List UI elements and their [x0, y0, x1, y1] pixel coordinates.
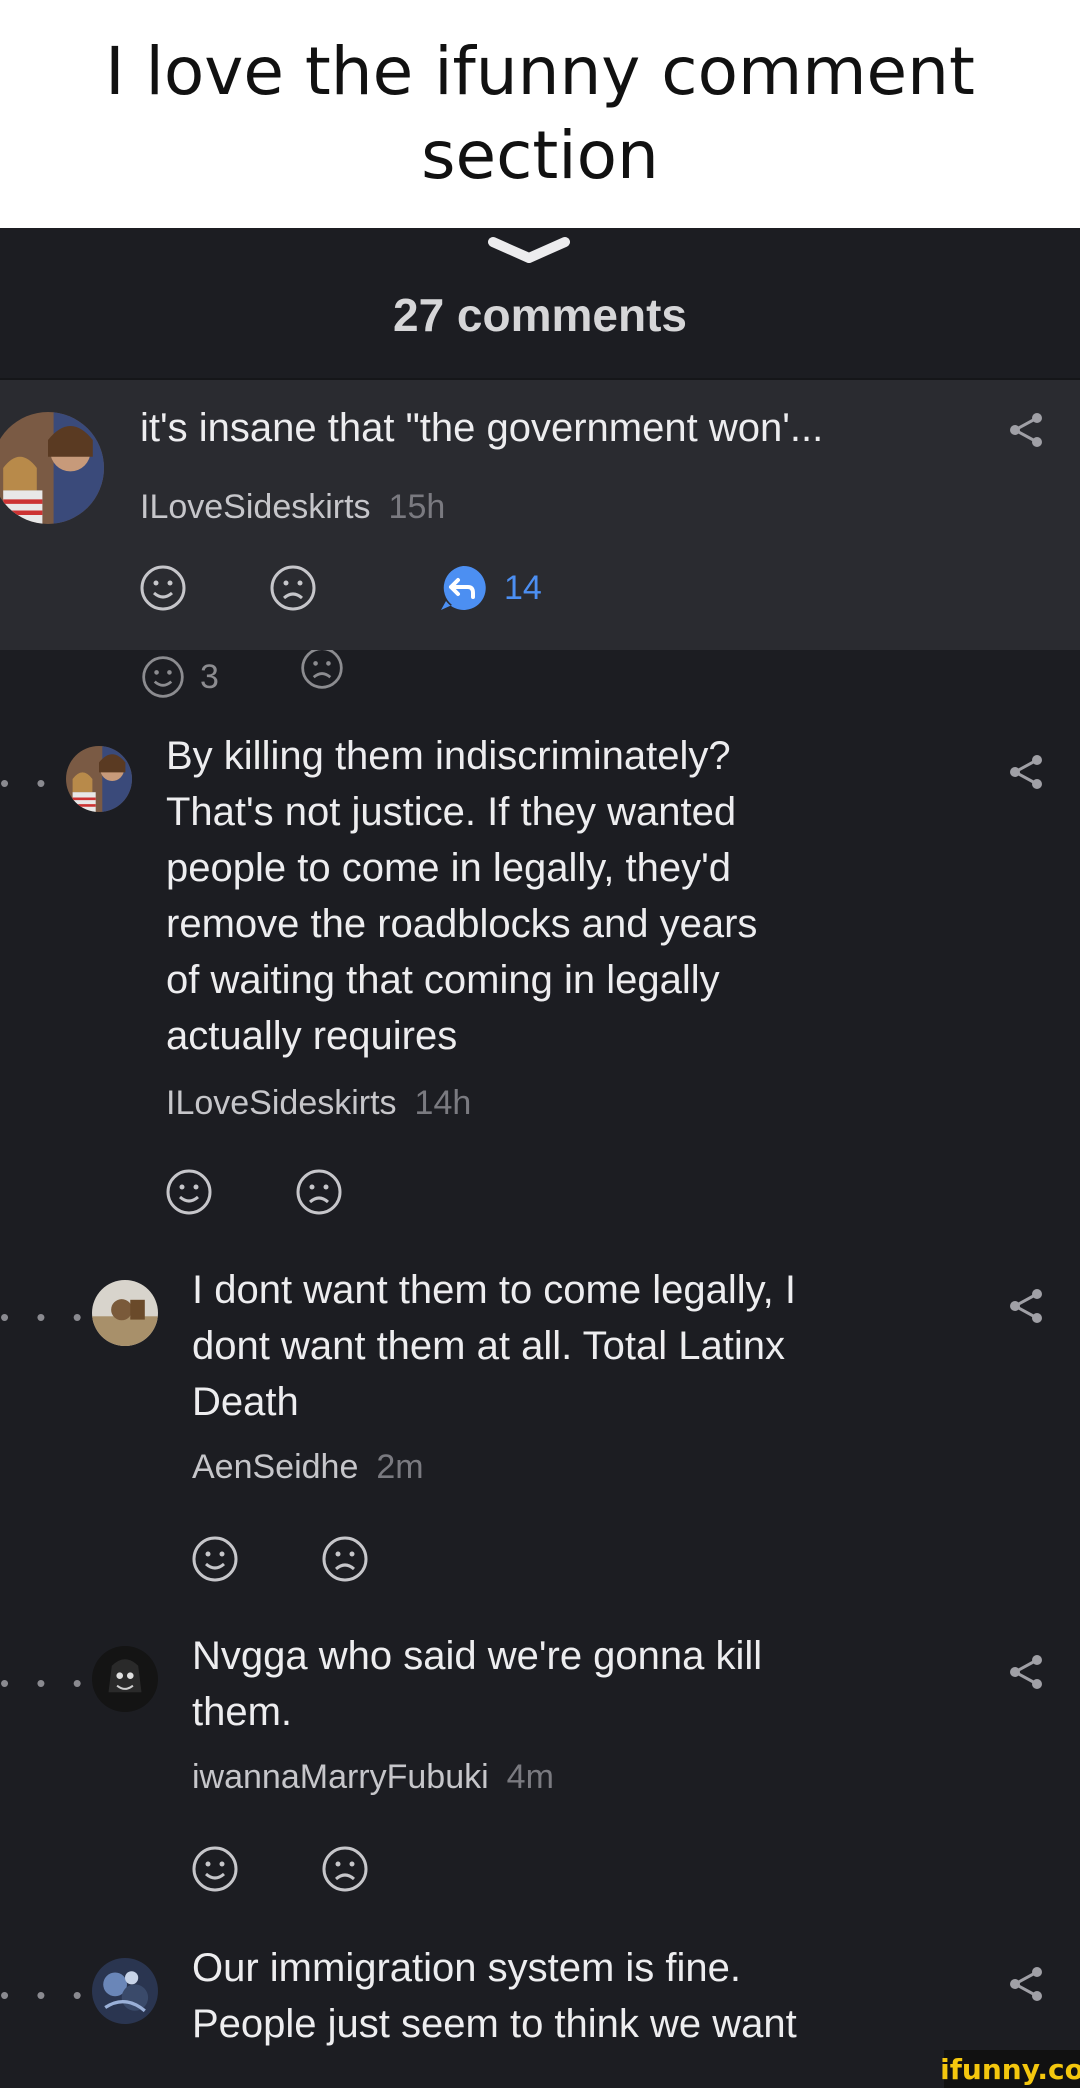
- avatar[interactable]: [92, 1958, 158, 2024]
- reaction-row: [190, 1534, 370, 1584]
- comment-time: 14h: [414, 1084, 472, 1122]
- thread-depth-dots: • •: [0, 768, 56, 798]
- comment-item[interactable]: • • • Our immigration system is fine. Pe…: [0, 1940, 1080, 2088]
- caption-text: I love the ifunny comment section: [105, 33, 975, 194]
- replies-button[interactable]: 14: [438, 563, 542, 613]
- comment-line: them.: [192, 1690, 293, 1734]
- comment-author[interactable]: iwannaMarryFubuki: [192, 1758, 489, 1796]
- comment-text: Nvgga who said we're gonna kill them.: [192, 1628, 762, 1740]
- frown-icon[interactable]: [299, 645, 345, 700]
- smile-icon[interactable]: [138, 563, 188, 613]
- comment-item[interactable]: • • By killing them indiscriminately? Th…: [0, 728, 1080, 1128]
- site-watermark: ifunny.co: [940, 2050, 1080, 2088]
- comment-text: I dont want them to come legally, I dont…: [192, 1262, 796, 1430]
- reaction-row: [164, 1167, 344, 1217]
- reaction-row: 14: [138, 563, 542, 613]
- chevron-down-icon[interactable]: [487, 236, 571, 266]
- comment-line: People just seem to think we want: [192, 2002, 797, 2046]
- comment-line: Death: [192, 1380, 299, 1424]
- share-icon[interactable]: [1007, 1652, 1047, 1692]
- comment-text: Our immigration system is fine. People j…: [192, 1940, 797, 2052]
- comment-line: Our immigration system is fine.: [192, 1946, 742, 1990]
- smile-icon[interactable]: [164, 1167, 214, 1217]
- pinned-comment[interactable]: it's insane that "the government won'...…: [0, 380, 1080, 650]
- frown-icon[interactable]: [294, 1167, 344, 1217]
- comment-line: By killing them indiscriminately?: [166, 734, 731, 778]
- comment-line: That's not justice. If they wanted: [166, 790, 737, 834]
- share-icon[interactable]: [1007, 1286, 1047, 1326]
- reply-count: 14: [504, 568, 542, 607]
- comment-line: I dont want them to come legally, I: [192, 1268, 797, 1312]
- frown-icon[interactable]: [320, 1844, 370, 1894]
- comment-item[interactable]: • • • I dont want them to come legally, …: [0, 1262, 1080, 1502]
- smile-count: 3: [200, 657, 219, 696]
- comment-author[interactable]: ILoveSideskirts: [166, 1084, 397, 1122]
- comment-author[interactable]: ILoveSideskirts: [140, 488, 371, 526]
- comment-meta: AenSeidhe 2m: [192, 1448, 424, 1487]
- reply-icon: [441, 565, 486, 610]
- comment-line: people to come in legally, they'd: [166, 846, 732, 890]
- avatar[interactable]: [66, 746, 132, 812]
- comment-line: remove the roadblocks and years: [166, 902, 758, 946]
- thread-depth-dots: • • •: [0, 1302, 92, 1332]
- meme-caption: I love the ifunny comment section: [0, 0, 1080, 228]
- smile-icon[interactable]: [190, 1534, 240, 1584]
- comment-item[interactable]: • • • Nvgga who said we're gonna kill th…: [0, 1628, 1080, 1808]
- comment-meta: ILoveSideskirts 14h: [166, 1084, 471, 1123]
- avatar[interactable]: [92, 1646, 158, 1712]
- comment-meta: iwannaMarryFubuki 4m: [192, 1758, 554, 1797]
- reaction-row: [190, 1844, 370, 1894]
- thread-depth-dots: • • •: [0, 1980, 92, 2010]
- comment-line: dont want them at all. Total Latinx: [192, 1324, 785, 1368]
- comment-line: of waiting that coming in legally: [166, 958, 720, 1002]
- comments-panel: 27 comments 3 it's insane that "the gove…: [0, 228, 1080, 2088]
- smile-icon[interactable]: 3: [140, 654, 219, 700]
- thread-depth-dots: • • •: [0, 1668, 92, 1698]
- avatar[interactable]: [0, 412, 104, 524]
- comment-time: 15h: [388, 488, 446, 526]
- comment-time: 4m: [506, 1758, 554, 1796]
- comment-line: actually requires: [166, 1014, 458, 1058]
- comments-count-title: 27 comments: [392, 289, 687, 341]
- share-icon[interactable]: [1007, 410, 1047, 450]
- comment-author[interactable]: AenSeidhe: [192, 1448, 358, 1486]
- comment-line: Nvgga who said we're gonna kill: [192, 1634, 763, 1678]
- frown-icon[interactable]: [320, 1534, 370, 1584]
- pinned-comment-meta: ILoveSideskirts 15h: [140, 488, 445, 527]
- comment-time: 2m: [376, 1448, 424, 1486]
- smile-icon[interactable]: [190, 1844, 240, 1894]
- avatar[interactable]: [92, 1280, 158, 1346]
- pinned-comment-text: it's insane that "the government won'...: [140, 406, 824, 450]
- frown-icon[interactable]: [268, 563, 318, 613]
- share-icon[interactable]: [1007, 752, 1047, 792]
- comment-text: By killing them indiscriminately? That's…: [166, 728, 757, 1064]
- share-icon[interactable]: [1007, 1964, 1047, 2004]
